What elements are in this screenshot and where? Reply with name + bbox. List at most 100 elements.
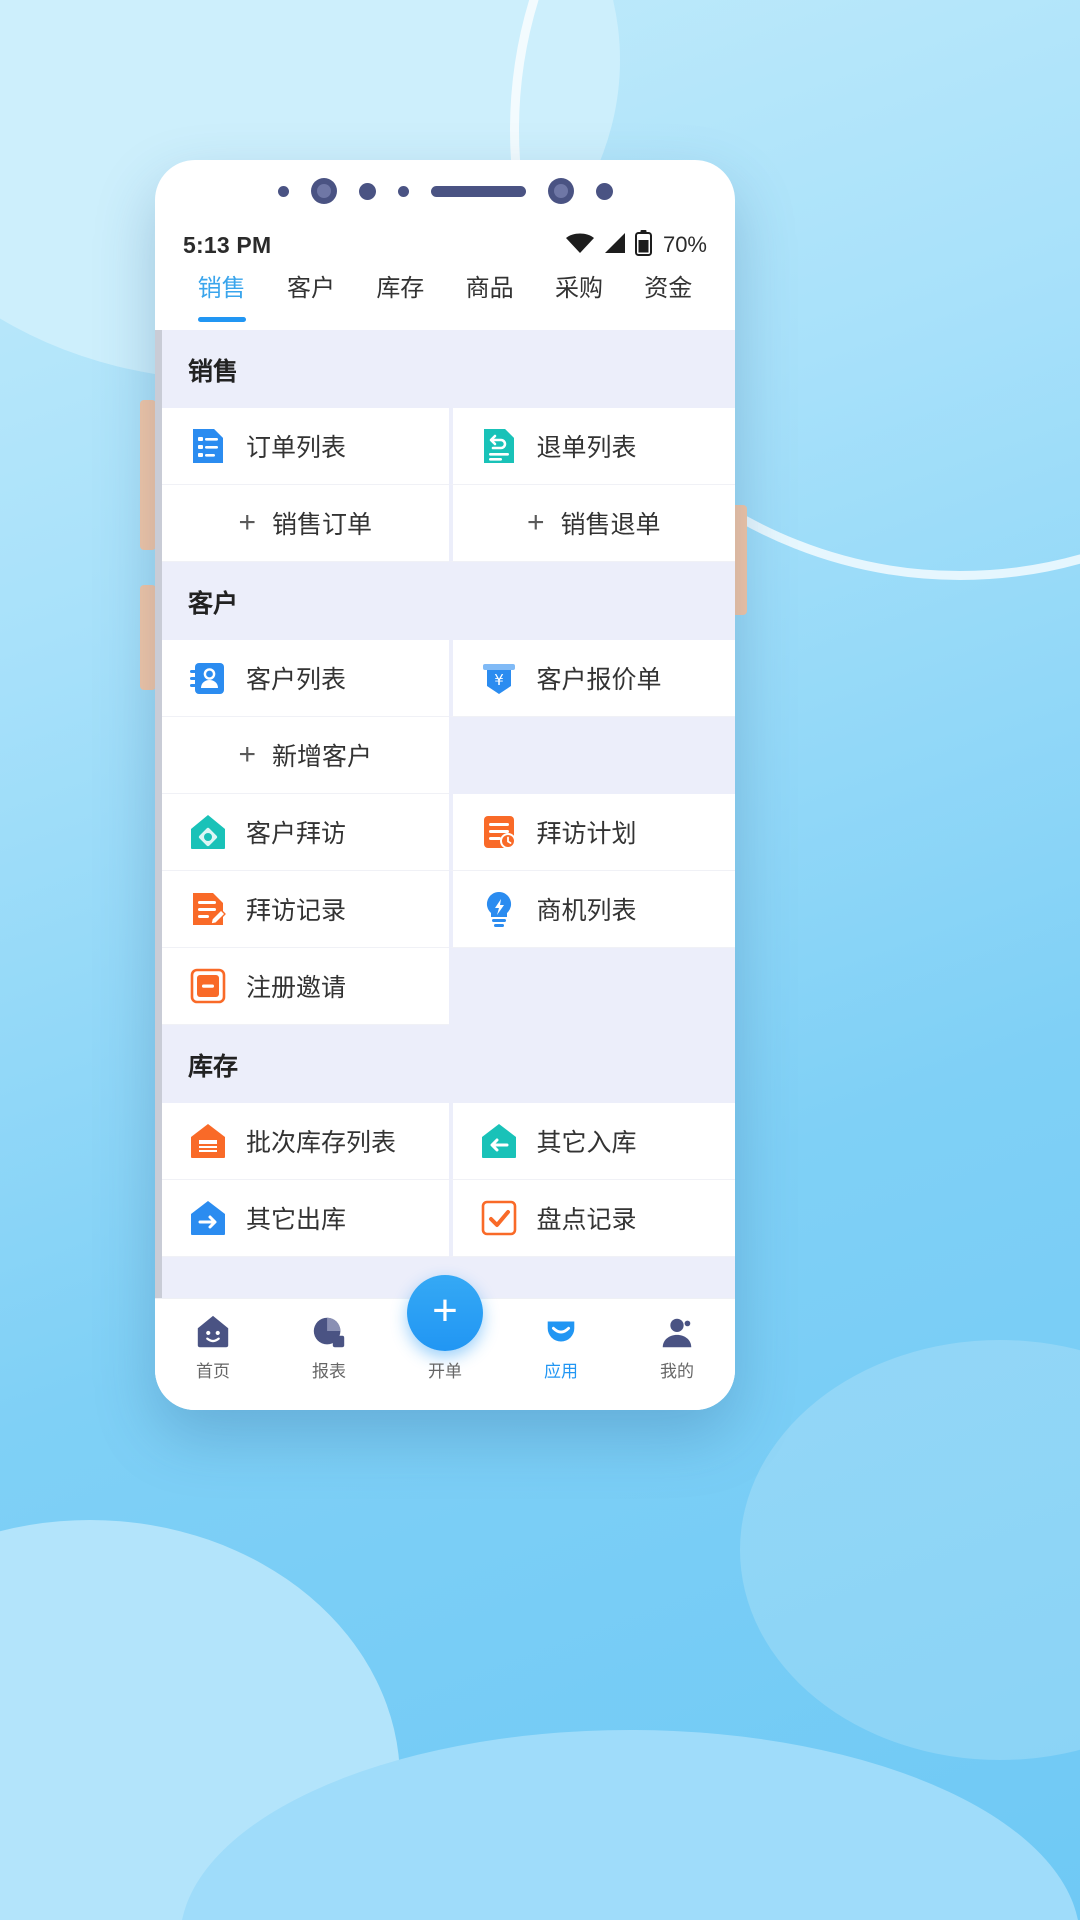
quotation-yuan-icon: ¥ — [479, 658, 519, 698]
stocktake-check-icon — [479, 1198, 519, 1238]
tab-label: 客户 — [286, 275, 335, 302]
menu-item-label: 注册邀请 — [246, 974, 347, 1002]
menu-add-item[interactable]: + 销售退单 — [448, 485, 735, 562]
tab-label: 商品 — [465, 275, 514, 302]
category-tabbar: 销售 客户 库存 商品 采购 资金 — [155, 268, 735, 330]
profile-icon — [658, 1313, 696, 1351]
menu-item[interactable]: 拜访计划 — [448, 794, 735, 871]
menu-item-label: 拜访记录 — [246, 897, 347, 925]
tab-3[interactable]: 库存 — [356, 268, 445, 330]
menu-item[interactable]: 客户列表 — [162, 640, 449, 717]
tab-label: 销售 — [197, 275, 246, 302]
menu-add-item[interactable]: + 销售订单 — [162, 485, 449, 562]
menu-item[interactable]: 盘点记录 — [448, 1180, 735, 1257]
menu-item[interactable]: 拜访记录 — [162, 871, 449, 948]
section-grid: 订单列表 退单列表 + 销售订单 + 销售退单 — [162, 408, 735, 562]
battery-icon — [634, 229, 652, 261]
visit-plan-icon — [479, 812, 519, 852]
menu-add-item[interactable]: + 新增客户 — [162, 717, 449, 794]
scroll-area[interactable]: 销售 订单列表 退单列表 + 销售订单 + 销售退单 客户 客户列表 ¥ 客户报价单 + 新增客户 客户拜… — [155, 330, 735, 1298]
notch-speaker-bar — [430, 185, 526, 197]
menu-item[interactable]: 其它入库 — [448, 1103, 735, 1180]
tab-2[interactable]: 客户 — [266, 268, 355, 330]
tab-1[interactable]: 销售 — [177, 268, 266, 330]
section-header: 销售 — [162, 330, 735, 408]
tab-4[interactable]: 商品 — [445, 268, 534, 330]
tab-6[interactable]: 资金 — [624, 268, 713, 330]
section-grid: 客户列表 ¥ 客户报价单 + 新增客户客户拜访 拜访计划拜访记录 商机列表注册邀请 — [162, 640, 735, 1025]
menu-item[interactable]: 商机列表 — [448, 871, 735, 948]
menu-item-label: 新增客户 — [272, 743, 373, 771]
apps-icon — [542, 1313, 580, 1351]
notch-camera-icon — [310, 178, 337, 204]
svg-text:¥: ¥ — [494, 671, 504, 689]
menu-item[interactable]: 退单列表 — [448, 408, 735, 485]
nav-label: 报表 — [312, 1362, 346, 1381]
notch-dot-medium-2 — [595, 182, 613, 200]
side-accent-left-1 — [140, 400, 156, 550]
bg-blob-right — [740, 1340, 1080, 1760]
phone-frame: 5:13 PM 70% 销售 客户 库存 商品 采购 资金 销售 订单列表 退单列表 + 销售订单… — [155, 160, 735, 1410]
notch-dot-small-2 — [397, 185, 409, 197]
nav-item-4[interactable]: 应用 — [503, 1313, 619, 1382]
notch-dot-medium — [358, 182, 376, 200]
menu-item[interactable]: ¥ 客户报价单 — [448, 640, 735, 717]
signal-icon — [602, 231, 628, 260]
nav-label: 我的 — [660, 1362, 694, 1381]
menu-item-label: 其它入库 — [536, 1129, 637, 1157]
menu-item-label: 拜访计划 — [536, 820, 637, 848]
stock-in-icon — [479, 1121, 519, 1161]
notch-decoration — [155, 160, 735, 222]
order-list-icon — [188, 426, 228, 466]
section-header: 库存 — [162, 1025, 735, 1103]
menu-item-label: 盘点记录 — [536, 1206, 637, 1234]
side-accent-left-2 — [140, 585, 156, 690]
house-visit-icon — [188, 812, 228, 852]
stock-out-icon — [188, 1198, 228, 1238]
tab-label: 采购 — [554, 275, 603, 302]
nav-label: 开单 — [428, 1362, 462, 1381]
status-icons-group: 70% — [565, 229, 707, 261]
bottom-navigation: 首页 报表 + 开单 应用 我的 — [155, 1275, 735, 1410]
nav-item-5[interactable]: 我的 — [619, 1313, 735, 1382]
menu-item[interactable]: 批次库存列表 — [162, 1103, 449, 1180]
contact-book-icon — [188, 658, 228, 698]
menu-item-label: 客户列表 — [246, 666, 347, 694]
menu-item[interactable]: 订单列表 — [162, 408, 449, 485]
return-list-icon — [479, 426, 519, 466]
menu-item-label: 销售退单 — [560, 511, 661, 539]
menu-item-label: 订单列表 — [246, 434, 347, 462]
status-bar: 5:13 PM 70% — [155, 222, 735, 268]
menu-cell-empty — [448, 717, 735, 794]
plus-icon: + — [526, 506, 545, 539]
section-header: 客户 — [162, 562, 735, 640]
notch-dot-small-1 — [277, 185, 289, 197]
menu-item[interactable]: 注册邀请 — [162, 948, 449, 1025]
plus-icon: + — [432, 1285, 458, 1335]
warehouse-batch-icon — [188, 1121, 228, 1161]
create-order-fab[interactable]: + — [407, 1275, 483, 1351]
tab-label: 库存 — [376, 275, 425, 302]
menu-item-label: 商机列表 — [536, 897, 637, 925]
menu-content: 销售 订单列表 退单列表 + 销售订单 + 销售退单 客户 客户列表 ¥ 客户报价单 + 新增客户 客户拜… — [162, 330, 735, 1257]
menu-item[interactable]: 其它出库 — [162, 1180, 449, 1257]
tab-label: 资金 — [644, 275, 693, 302]
nav-label: 应用 — [544, 1362, 578, 1381]
menu-item-label: 客户拜访 — [246, 820, 347, 848]
home-face-icon — [194, 1313, 232, 1351]
nav-label: 首页 — [196, 1362, 230, 1381]
create-order-nav[interactable]: + 开单 — [387, 1275, 503, 1382]
menu-item-label: 其它出库 — [246, 1206, 347, 1234]
wifi-icon — [565, 231, 595, 260]
menu-item[interactable]: 客户拜访 — [162, 794, 449, 871]
invite-card-icon — [188, 966, 228, 1006]
lightbulb-icon — [479, 889, 519, 929]
nav-item-1[interactable]: 首页 — [155, 1313, 271, 1382]
nav-item-2[interactable]: 报表 — [271, 1313, 387, 1382]
plus-icon: + — [238, 506, 256, 539]
menu-item-label: 批次库存列表 — [246, 1129, 397, 1157]
tab-5[interactable]: 采购 — [534, 268, 623, 330]
visit-record-icon — [188, 889, 228, 929]
scrollbar-rail[interactable] — [155, 330, 162, 1298]
status-time: 5:13 PM — [183, 231, 272, 258]
